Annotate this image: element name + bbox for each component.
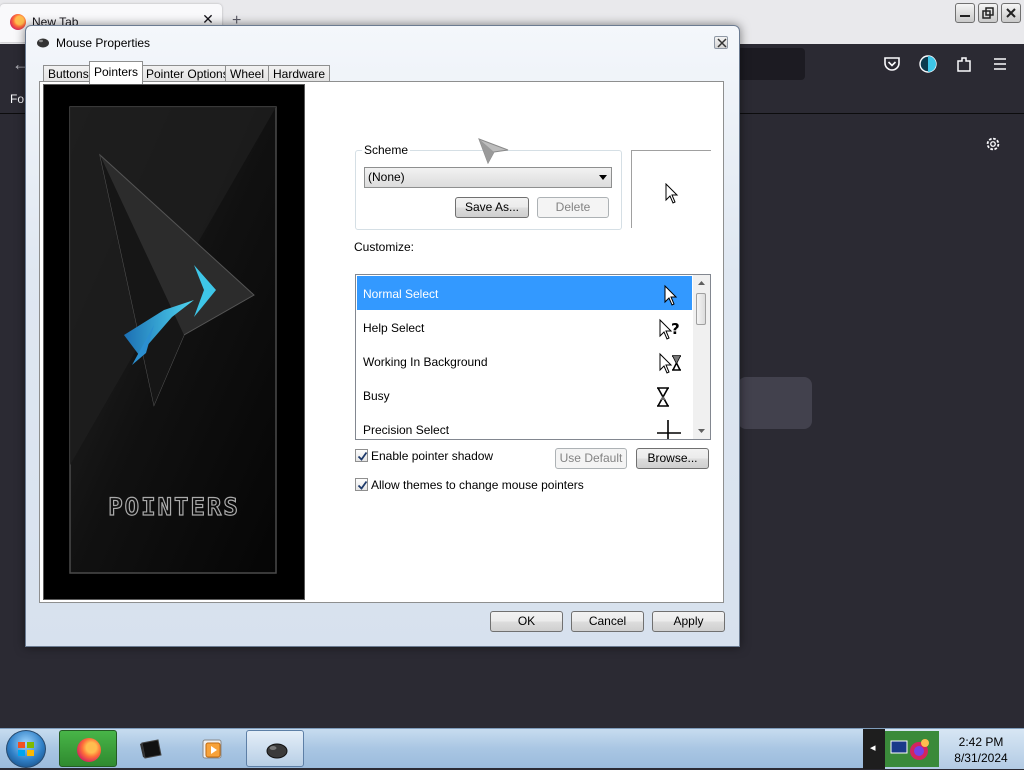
tray-overflow[interactable]: ◂	[863, 729, 885, 769]
firefox-icon	[77, 738, 101, 762]
enable-pointer-shadow-label: Enable pointer shadow	[371, 449, 494, 463]
restore-button[interactable]	[978, 3, 998, 23]
list-item[interactable]: Normal Select	[357, 276, 692, 310]
close-icon	[1006, 8, 1016, 18]
allow-themes-label: Allow themes to change mouse pointers	[371, 478, 584, 492]
close-window-button[interactable]	[1001, 3, 1021, 23]
apply-button[interactable]: Apply	[652, 611, 725, 632]
scheme-label: Scheme	[362, 143, 411, 157]
scrollbar-thumb[interactable]	[696, 293, 706, 325]
clock-time[interactable]: 2:42 PM	[941, 735, 1021, 749]
mouse-icon	[266, 743, 288, 759]
start-button[interactable]	[6, 730, 46, 768]
scheme-dropdown[interactable]: (None)	[364, 167, 612, 188]
media-player-icon	[202, 739, 222, 759]
list-item[interactable]: Working In Background	[357, 344, 692, 378]
restore-icon	[982, 7, 994, 19]
gear-icon[interactable]	[984, 135, 1002, 153]
checkmark-icon	[357, 451, 368, 461]
pointer-theme-preview: POINTERS	[43, 84, 305, 600]
delete-button[interactable]: Delete	[537, 197, 609, 218]
windows-logo-icon	[18, 742, 34, 756]
cancel-button[interactable]: Cancel	[571, 611, 644, 632]
svg-text:?: ?	[671, 320, 680, 338]
use-default-button[interactable]: Use Default	[555, 448, 627, 469]
chevron-down-icon	[599, 175, 607, 180]
hourglass-cursor-icon	[657, 387, 669, 407]
tab-pointers[interactable]: Pointers	[89, 61, 144, 84]
url-bar[interactable]	[730, 48, 805, 80]
menu-icon[interactable]	[990, 54, 1010, 74]
save-as-button[interactable]: Save As...	[455, 197, 529, 218]
dialog-title: Mouse Properties	[56, 36, 151, 50]
taskbar-firefox[interactable]	[59, 730, 117, 767]
close-icon	[717, 38, 727, 48]
checkmark-icon	[357, 480, 368, 490]
taskbar-media-player[interactable]	[184, 730, 242, 767]
help-cursor-icon: ?	[659, 318, 680, 340]
extensions-icon[interactable]	[954, 54, 974, 74]
list-item-label: Precision Select	[363, 423, 450, 437]
list-item-label: Normal Select	[363, 287, 439, 301]
clock-date[interactable]: 8/31/2024	[941, 751, 1021, 765]
arrow-cursor-icon	[665, 183, 679, 204]
chevron-left-icon: ◂	[870, 742, 876, 754]
scrollbar[interactable]	[693, 275, 710, 439]
list-item-label: Working In Background	[363, 355, 488, 369]
allow-themes-checkbox[interactable]	[355, 478, 368, 491]
cursor-list[interactable]: Normal Select Help Select ? Working In B…	[355, 274, 711, 440]
account-icon[interactable]	[918, 54, 938, 74]
ok-button[interactable]: OK	[490, 611, 563, 632]
system-tray: ◂ 2:42 PM 8/31/2024	[863, 729, 1024, 769]
tray-icons	[885, 731, 939, 767]
terminal-icon	[140, 739, 162, 759]
working-cursor-icon	[659, 352, 681, 374]
list-item-label: Help Select	[363, 321, 425, 335]
mouse-icon	[37, 38, 49, 48]
pointers-logo: POINTERS	[108, 492, 240, 521]
arrow-cursor-icon	[664, 284, 678, 306]
cursor-preview-box	[631, 150, 711, 228]
shortcut-tile[interactable]	[738, 377, 812, 429]
dialog-close-button[interactable]	[714, 36, 728, 49]
minimize-icon	[960, 15, 970, 17]
minimize-button[interactable]	[955, 3, 975, 23]
taskbar-terminal[interactable]	[122, 730, 180, 767]
crosshair-cursor-icon	[657, 420, 681, 439]
taskbar-mouse-properties[interactable]	[246, 730, 304, 767]
pocket-icon[interactable]	[882, 54, 902, 74]
taskbar: ◂ 2:42 PM 8/31/2024	[0, 728, 1024, 769]
network-icon[interactable]	[885, 731, 939, 767]
pointers-tab-panel: POINTERS Scheme (None) Save As... Delete…	[39, 81, 724, 603]
svg-text:POINTERS: POINTERS	[108, 493, 240, 521]
scroll-up-icon[interactable]	[693, 275, 710, 291]
scroll-down-icon[interactable]	[693, 423, 710, 439]
customize-label: Customize:	[354, 240, 415, 254]
bookmark-item[interactable]: Fo	[10, 92, 24, 106]
scheme-selected-value: (None)	[368, 170, 405, 184]
arrow-cursor-icon	[478, 138, 509, 164]
list-item[interactable]: Precision Select	[357, 412, 692, 439]
list-item[interactable]: Busy	[357, 378, 692, 412]
list-item-label: Busy	[363, 389, 390, 403]
list-item[interactable]: Help Select ?	[357, 310, 692, 344]
enable-pointer-shadow-checkbox[interactable]	[355, 449, 368, 462]
browse-button[interactable]: Browse...	[636, 448, 709, 469]
firefox-icon	[10, 14, 26, 30]
mouse-properties-dialog: Mouse Properties Buttons Pointers Pointe…	[25, 25, 740, 647]
